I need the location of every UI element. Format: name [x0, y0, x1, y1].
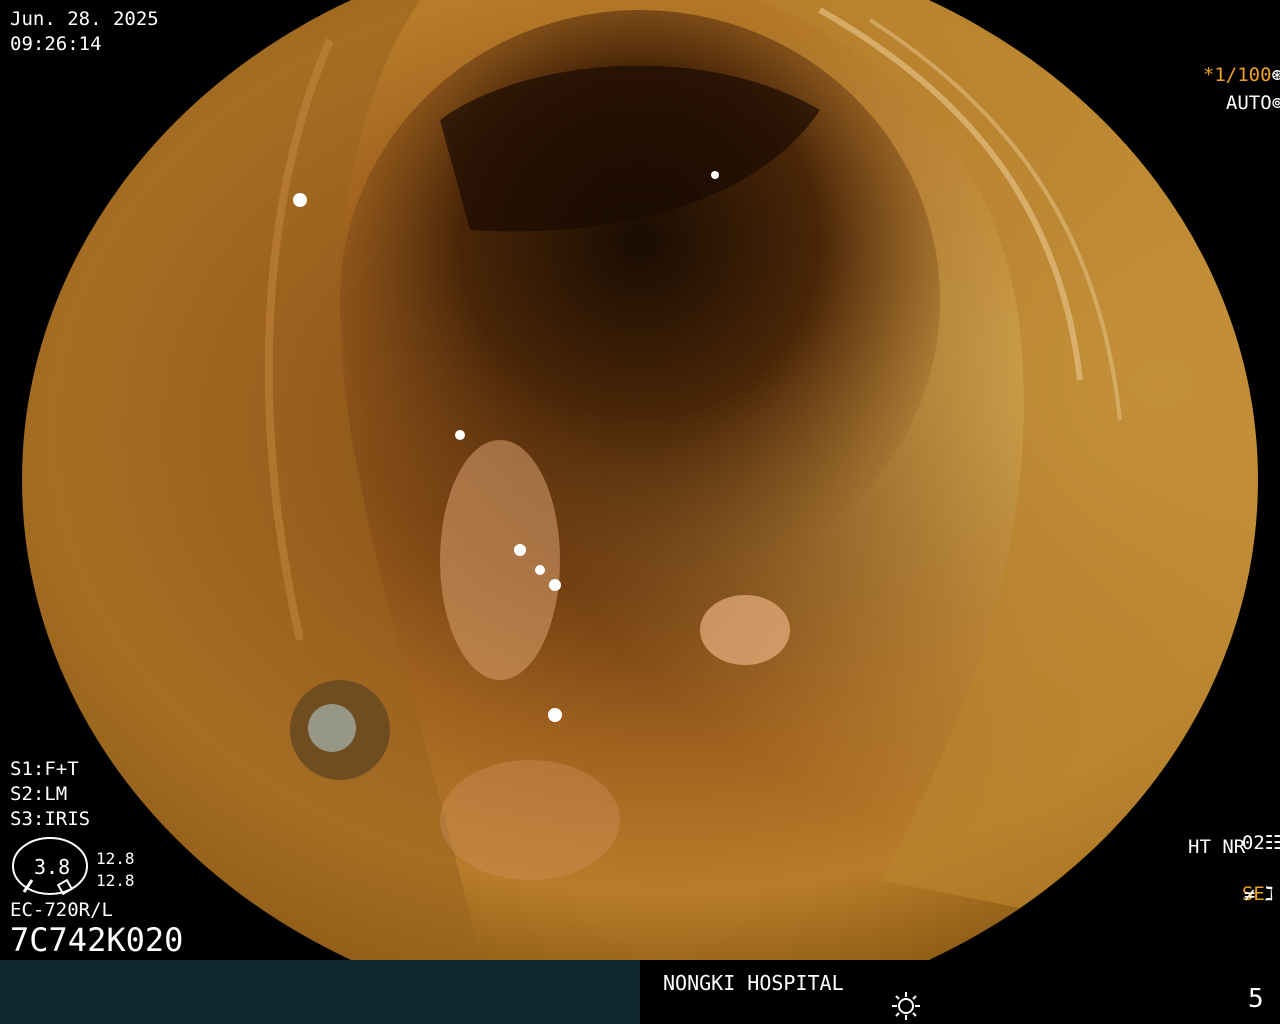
page-number: 5	[1248, 984, 1264, 1014]
settings-icon: ☷	[1264, 832, 1280, 854]
endoscope-view	[18, 0, 1262, 960]
setting-s2: S2:LM	[10, 783, 68, 805]
sun-icon	[892, 992, 920, 1020]
gauge-value-bottom: 12.8	[96, 871, 135, 890]
iris-icon: ⊚	[1271, 92, 1280, 114]
time-label: 09:26:14	[10, 33, 102, 55]
not-equal-icon: ≠	[1244, 884, 1256, 906]
wave-icon: ℷ	[1264, 883, 1274, 905]
hospital-name: NONGKI HOSPITAL	[663, 971, 844, 995]
mode-line: HT NR	[1188, 836, 1246, 858]
scope-model: EC-720R/L	[10, 899, 113, 921]
setting-s1: S1:F+T	[10, 758, 79, 780]
date-label: Jun. 28. 2025	[10, 8, 159, 30]
setting-s3: S3:IRIS	[10, 808, 91, 830]
gauge-value: 3.8	[34, 855, 71, 879]
gauge-value-top: 12.8	[96, 849, 135, 868]
scope-serial: 7C742K020	[10, 921, 184, 959]
footer-left	[0, 960, 640, 1024]
exposure-mode: AUTO⊚	[1203, 70, 1280, 114]
